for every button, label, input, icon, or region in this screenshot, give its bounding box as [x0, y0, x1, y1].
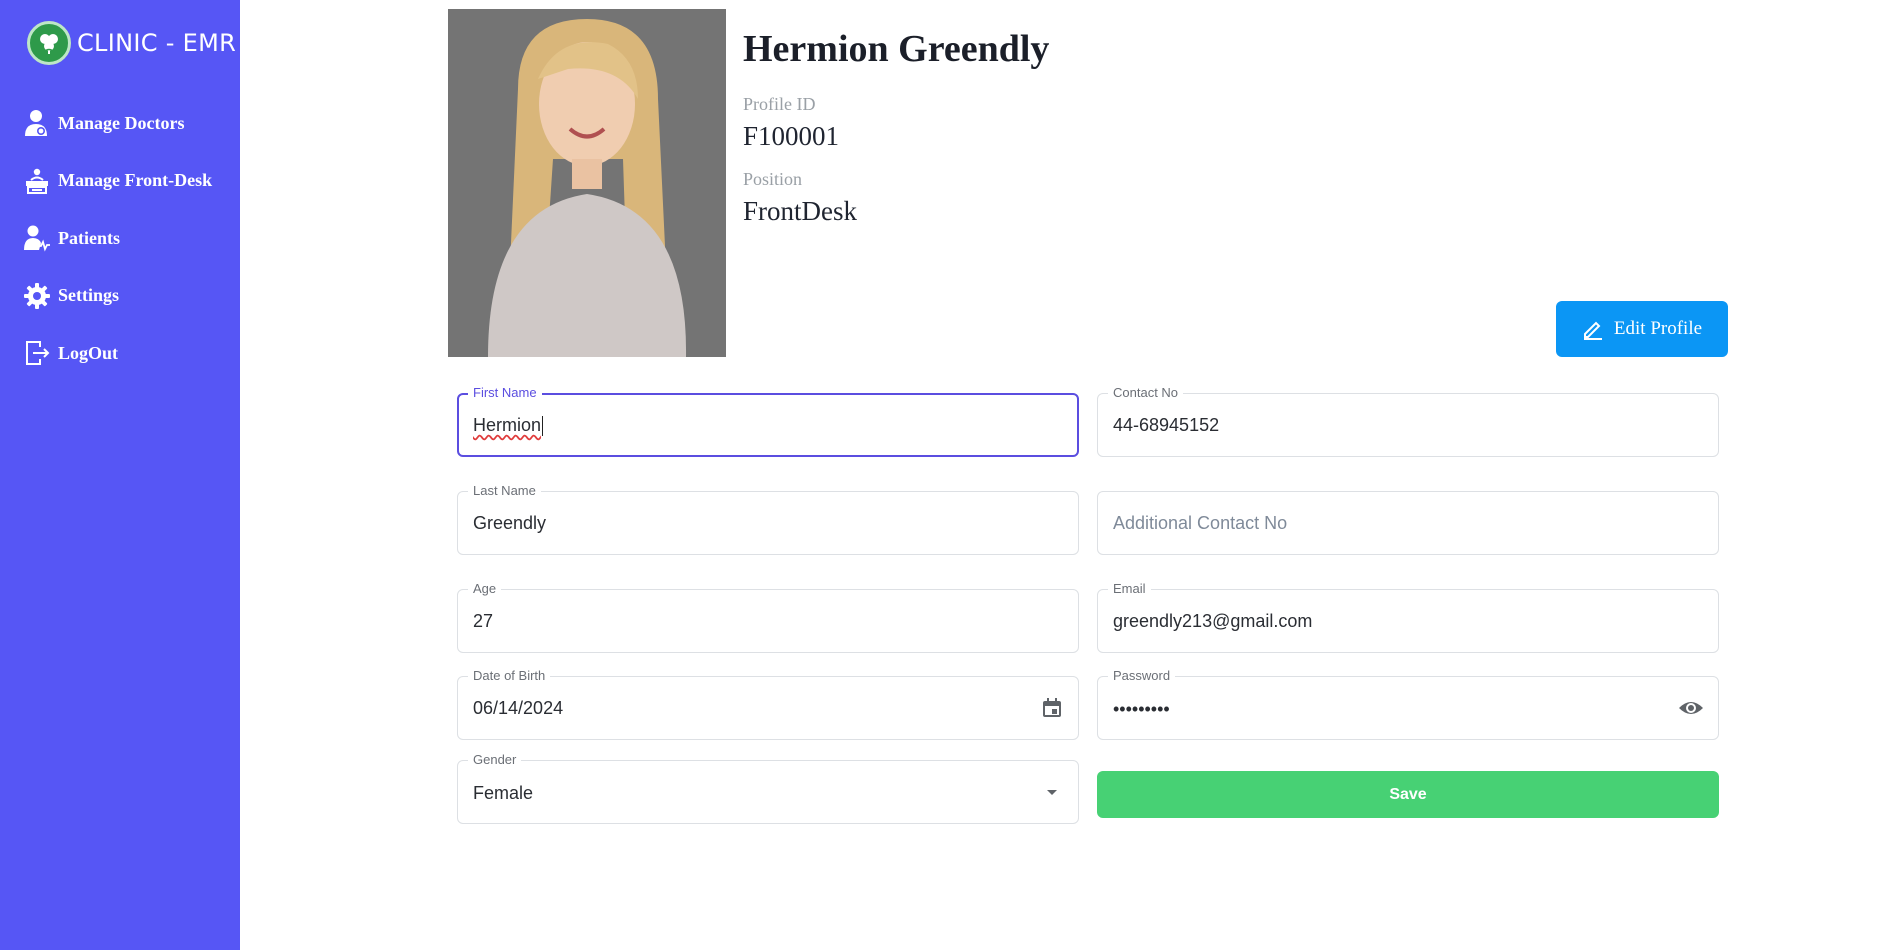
calendar-icon[interactable] — [1040, 696, 1064, 720]
brand[interactable]: CLINIC - EMR — [27, 21, 236, 65]
first-name-field[interactable]: First Name Hermion — [457, 385, 1079, 457]
profile-name: Hermion Greendly — [743, 28, 1050, 70]
date-of-birth-field[interactable]: Date of Birth — [457, 668, 1079, 740]
contact-no-input[interactable] — [1113, 394, 1703, 456]
date-of-birth-input[interactable] — [473, 677, 1063, 739]
last-name-input[interactable] — [473, 492, 1063, 554]
chevron-down-icon[interactable] — [1040, 780, 1064, 804]
front-desk-icon — [22, 166, 52, 196]
position-value: FrontDesk — [743, 196, 857, 226]
profile-photo — [448, 9, 726, 357]
position-label: Position — [743, 169, 803, 189]
password-input[interactable]: ••••••••• — [1113, 677, 1703, 739]
text-caret — [542, 416, 544, 437]
logout-icon — [22, 338, 52, 368]
first-name-value: Hermion — [473, 415, 542, 435]
gender-value: Female — [473, 783, 534, 803]
sidebar-item-patients[interactable]: Patients — [22, 221, 212, 255]
eye-icon[interactable] — [1678, 695, 1704, 721]
doctor-icon — [22, 108, 52, 138]
email-input[interactable] — [1113, 590, 1703, 652]
sidebar-item-manage-front-desk[interactable]: Manage Front-Desk — [22, 164, 212, 198]
profile-id-value: F100001 — [743, 121, 840, 151]
sidebar-item-label: LogOut — [58, 342, 119, 363]
age-field[interactable]: Age — [457, 581, 1079, 653]
sidebar-item-label: Settings — [58, 285, 120, 305]
sidebar-item-label: Manage Front-Desk — [58, 170, 213, 190]
sidebar-item-label: Manage Doctors — [58, 112, 185, 133]
sidebar-item-settings[interactable]: Settings — [22, 279, 212, 313]
password-field[interactable]: Password ••••••••• — [1097, 668, 1719, 740]
age-input[interactable] — [473, 590, 1063, 652]
sidebar: CLINIC - EMR Manage Doctors Manage Front… — [0, 0, 240, 950]
clinic-logo-icon — [27, 21, 71, 65]
first-name-input[interactable]: Hermion — [473, 395, 1062, 455]
additional-contact-field[interactable] — [1097, 491, 1719, 555]
pencil-icon — [1583, 321, 1602, 340]
patient-icon — [22, 223, 52, 253]
last-name-field[interactable]: Last Name — [457, 483, 1079, 555]
save-button[interactable]: Save — [1097, 771, 1719, 818]
email-field[interactable]: Email — [1097, 581, 1719, 653]
sidebar-item-logout[interactable]: LogOut — [22, 336, 212, 370]
edit-profile-button[interactable]: Edit Profile — [1556, 301, 1728, 357]
profile-id-label: Profile ID — [743, 94, 816, 114]
contact-no-field[interactable]: Contact No — [1097, 385, 1719, 457]
sidebar-item-label: Patients — [58, 227, 120, 248]
gender-select[interactable]: Gender Female — [457, 752, 1079, 824]
sidebar-item-manage-doctors[interactable]: Manage Doctors — [22, 106, 212, 140]
app-title: CLINIC - EMR — [77, 29, 237, 57]
gear-icon — [22, 281, 52, 311]
additional-contact-input[interactable] — [1113, 492, 1703, 554]
edit-profile-label: Edit Profile — [1613, 318, 1703, 339]
sidebar-nav: Manage Doctors Manage Front-Desk Patient… — [22, 106, 212, 394]
